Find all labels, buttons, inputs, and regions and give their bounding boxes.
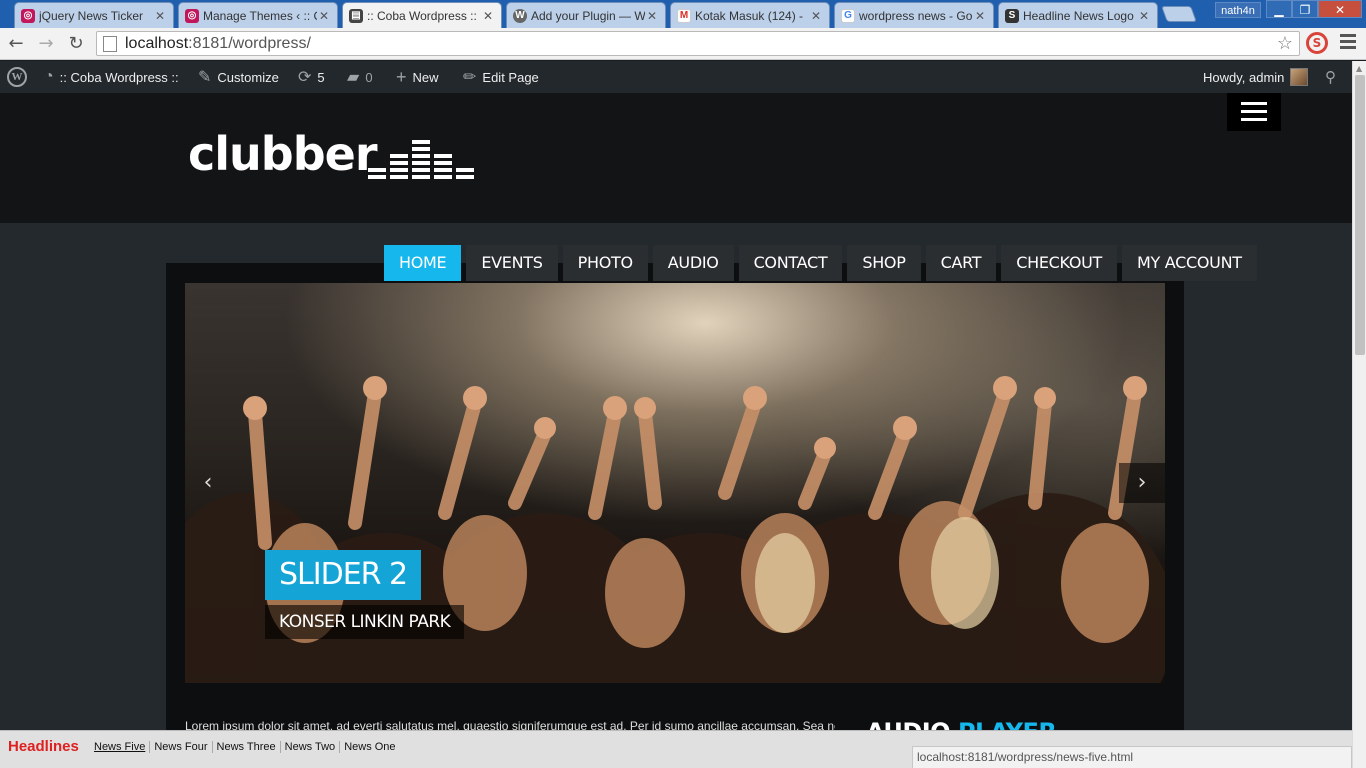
howdy-label: Howdy, admin (1203, 69, 1285, 85)
gmail-icon: M (677, 8, 691, 23)
theme-icon: ◎ (185, 8, 199, 23)
ticker-item[interactable]: News Five (90, 741, 149, 753)
browser-tab-active[interactable]: ▤ :: Coba Wordpress :: ✕ (342, 2, 502, 28)
brush-icon: ✎ (198, 69, 212, 86)
site-name-label: :: Coba Wordpress :: (59, 69, 179, 85)
slide-title: SLIDER 2 (265, 550, 422, 600)
theme-icon: ◎ (21, 8, 35, 23)
nav-item-events[interactable]: EVENTS (466, 245, 558, 281)
address-bar[interactable]: localhost:8181/wordpress/ ☆ (96, 31, 1300, 56)
avatar (1290, 68, 1309, 86)
slider-prev-arrow-icon[interactable]: ‹ (185, 463, 231, 503)
new-content-link[interactable]: + New (396, 61, 439, 93)
nav-item-home[interactable]: HOME (384, 245, 462, 281)
site-logo[interactable]: clubber (188, 127, 378, 181)
ticker-label: Headlines (8, 738, 79, 755)
browser-tab[interactable]: W Add your Plugin — W ✕ (506, 2, 666, 28)
equalizer-logo-icon (368, 137, 478, 179)
site-header: clubber (0, 93, 1352, 223)
ticker-item[interactable]: News One (339, 741, 399, 753)
reload-icon[interactable]: ↻ (64, 32, 88, 56)
ticker-item[interactable]: News Four (149, 741, 211, 753)
browser-tab[interactable]: G wordpress news - Go ✕ (834, 2, 994, 28)
edit-page-link[interactable]: ✏ Edit Page (463, 61, 539, 93)
updates-link[interactable]: ⟳ 5 (298, 61, 325, 93)
page-scrollbar[interactable]: ▲ (1352, 61, 1366, 768)
browser-user[interactable]: nath4n (1215, 2, 1261, 18)
site-name-link[interactable]: ◔ :: Coba Wordpress :: (44, 61, 179, 93)
slider-next-arrow-icon[interactable]: › (1119, 463, 1165, 503)
updates-icon: ⟳ (298, 69, 312, 86)
s-icon: S (1005, 8, 1019, 23)
main-nav: HOME EVENTS PHOTO AUDIO CONTACT SHOP CAR… (384, 245, 1257, 281)
nav-item-shop[interactable]: SHOP (847, 245, 921, 281)
close-icon[interactable]: ✕ (481, 9, 495, 23)
comments-count: 0 (365, 69, 373, 85)
nav-item-my-account[interactable]: MY ACCOUNT (1122, 245, 1257, 281)
close-icon[interactable]: ✕ (1137, 9, 1151, 23)
browser-toolbar: ← → ↻ localhost:8181/wordpress/ ☆ S (0, 28, 1366, 60)
my-account-link[interactable]: Howdy, admin (1203, 61, 1309, 93)
edit-page-label: Edit Page (482, 69, 539, 85)
slide-subtitle: KONSER LINKIN PARK (265, 605, 465, 639)
back-icon[interactable]: ← (4, 32, 28, 56)
browser-tab[interactable]: ◎ Manage Themes ‹ :: C ✕ (178, 2, 338, 28)
new-tab-button[interactable] (1161, 6, 1197, 22)
window-close-button[interactable]: ✕ (1318, 0, 1362, 18)
tab-title: Kotak Masuk (124) - (695, 8, 804, 23)
scroll-up-arrow-icon[interactable]: ▲ (1356, 64, 1362, 73)
tab-title: :: Coba Wordpress :: (367, 8, 477, 23)
updates-count: 5 (317, 69, 325, 85)
wp-admin-bar: W ◔ :: Coba Wordpress :: ✎ Customize ⟳ 5… (0, 61, 1366, 93)
browser-tab[interactable]: M Kotak Masuk (124) - ✕ (670, 2, 830, 28)
page-icon (103, 35, 117, 52)
restore-button[interactable]: ❐ (1292, 0, 1318, 18)
search-icon[interactable]: ⚲ (1325, 61, 1336, 93)
nav-item-cart[interactable]: CART (925, 245, 997, 281)
minimize-button[interactable]: ▁ (1266, 0, 1292, 18)
ticker-list: News Five News Four News Three News Two … (90, 741, 400, 753)
nav-item-contact[interactable]: CONTACT (738, 245, 843, 281)
close-icon[interactable]: ✕ (809, 9, 823, 23)
dashboard-icon: ◔ (44, 68, 54, 85)
close-icon[interactable]: ✕ (317, 9, 331, 23)
browser-tab-strip: ◎ jQuery News Ticker ✕ ◎ Manage Themes ‹… (0, 0, 1366, 28)
forward-icon[interactable]: → (34, 32, 58, 56)
bookmark-star-icon[interactable]: ☆ (1277, 33, 1293, 54)
browser-tab[interactable]: S Headline News Logo ✕ (998, 2, 1158, 28)
tab-title: jQuery News Ticker (39, 8, 144, 23)
hero-slider[interactable]: ‹ › SLIDER 2 KONSER LINKIN PARK (185, 283, 1165, 683)
tab-title: Manage Themes ‹ :: C (203, 8, 317, 23)
scrollbar-thumb[interactable] (1355, 75, 1365, 355)
browser-menu-icon[interactable] (1340, 34, 1356, 50)
new-label: New (412, 69, 439, 85)
tab-title: wordpress news - Go (859, 8, 973, 23)
pencil-icon: ✏ (463, 69, 477, 86)
customize-label: Customize (217, 69, 279, 85)
close-icon[interactable]: ✕ (645, 9, 659, 23)
ticker-item[interactable]: News Three (211, 741, 280, 753)
plus-icon: + (396, 66, 407, 87)
comments-link[interactable]: ▰ 0 (347, 61, 373, 93)
tab-title: Headline News Logo (1023, 8, 1134, 23)
url-host: localhost (125, 34, 189, 52)
browser-status-url: localhost:8181/wordpress/news-five.html (912, 746, 1352, 768)
hamburger-menu-icon[interactable] (1227, 93, 1281, 131)
wordpress-logo-icon[interactable]: W (7, 61, 27, 93)
nav-item-audio[interactable]: AUDIO (652, 245, 734, 281)
close-icon[interactable]: ✕ (973, 9, 987, 23)
wordpress-icon: W (513, 8, 527, 23)
nav-item-checkout[interactable]: CHECKOUT (1001, 245, 1118, 281)
browser-tab[interactable]: ◎ jQuery News Ticker ✕ (14, 2, 174, 28)
tab-title: Add your Plugin — W (531, 8, 645, 23)
close-icon[interactable]: ✕ (153, 9, 167, 23)
ticker-item[interactable]: News Two (279, 741, 340, 753)
google-icon: G (841, 8, 855, 23)
equalizer-icon: ▤ (349, 8, 363, 23)
url-path: :8181/wordpress/ (188, 34, 311, 52)
extension-icon[interactable]: S (1306, 32, 1328, 54)
nav-item-photo[interactable]: PHOTO (562, 245, 648, 281)
customize-link[interactable]: ✎ Customize (198, 61, 279, 93)
comment-icon: ▰ (347, 69, 360, 86)
